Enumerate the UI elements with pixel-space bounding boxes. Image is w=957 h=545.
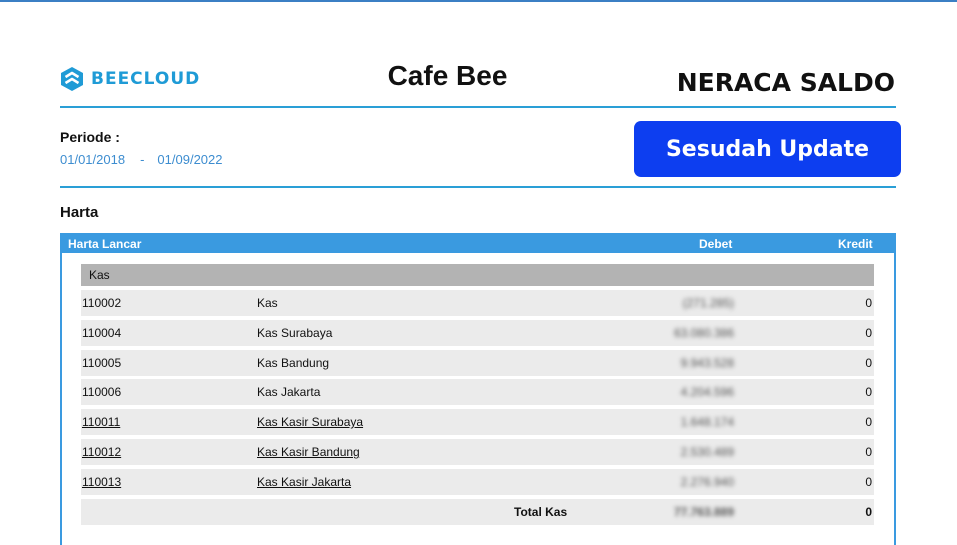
report-title: NERACA SALDO [676, 68, 895, 97]
table-row: 110004 Kas Surabaya 63.080.386 0 [81, 319, 874, 346]
company-name: Cafe Bee [387, 60, 508, 91]
sesudah-update-button[interactable]: Sesudah Update [634, 121, 901, 177]
period-label: Periode : [60, 129, 120, 145]
column-header-debet: Debet [699, 237, 733, 251]
account-code-link[interactable]: 110013 [82, 475, 121, 489]
kredit-value: 0 [865, 474, 872, 489]
debet-value: 2.276.940 [680, 474, 734, 489]
top-border [0, 0, 957, 2]
account-code-link[interactable]: 110012 [82, 445, 121, 459]
period-end: 01/09/2022 [157, 152, 223, 167]
debet-value: 63.080.386 [673, 325, 734, 340]
account-name-link[interactable]: Kas Kasir Bandung [257, 445, 360, 459]
kredit-value: 0 [865, 325, 872, 340]
account-name-link[interactable]: Kas Kasir Jakarta [257, 475, 351, 489]
table-header: Harta Lancar Debet Kredit [62, 235, 894, 253]
account-code: 110005 [82, 355, 122, 370]
table-row: 110012 Kas Kasir Bandung 2.530.489 0 [81, 438, 874, 465]
period-start: 01/01/2018 [60, 152, 126, 167]
period-separator: - [140, 152, 145, 167]
table-row: 110011 Kas Kasir Surabaya 1.648.174 0 [81, 409, 874, 436]
group-header: Kas [81, 264, 874, 286]
account-name: Kas Surabaya [257, 325, 333, 340]
brand-logo: BEECLOUD [60, 66, 200, 92]
account-code: 110002 [82, 296, 122, 310]
account-name: Kas Bandung [257, 355, 330, 370]
total-row: Total Kas 77.763.889 0 [81, 498, 874, 525]
account-name: Kas Jakarta [257, 385, 321, 400]
table-row: 110002 Kas (271.285) 0 [81, 290, 874, 316]
column-header-kredit: Kredit [838, 237, 873, 251]
kredit-value: 0 [865, 444, 872, 459]
account-code-link[interactable]: 110011 [82, 415, 120, 429]
brand-name: BEECLOUD [91, 69, 201, 89]
account-name: Kas [257, 296, 278, 310]
section-title: Harta [60, 204, 99, 221]
table-row: 110013 Kas Kasir Jakarta 2.276.940 0 [81, 468, 874, 495]
total-label: Total Kas [514, 504, 568, 519]
period-range: 01/01/2018-01/09/2022 [60, 152, 223, 167]
hexagon-chevron-icon [60, 66, 84, 92]
debet-value: (271.285) [682, 296, 734, 310]
table-row: 110006 Kas Jakarta 4.204.596 0 [81, 379, 874, 406]
debet-value: 1.648.174 [680, 415, 734, 430]
kredit-value: 0 [865, 296, 872, 310]
balance-table: Harta Lancar Debet Kredit Kas 110002 Kas… [60, 233, 896, 545]
table-row: 110005 Kas Bandung 9.943.528 0 [81, 349, 874, 376]
account-name-link[interactable]: Kas Kasir Surabaya [257, 415, 363, 429]
table-rows: 110002 Kas (271.285) 0 110004 Kas Suraba… [81, 290, 874, 528]
total-kredit-value: 0 [865, 504, 872, 519]
total-debet-value: 77.763.889 [673, 504, 734, 519]
debet-value: 9.943.528 [680, 355, 734, 370]
account-code: 110006 [82, 385, 122, 400]
debet-value: 2.530.489 [680, 444, 734, 459]
header-divider [60, 106, 896, 108]
column-header-name: Harta Lancar [68, 237, 142, 251]
kredit-value: 0 [865, 355, 872, 370]
kredit-value: 0 [865, 385, 872, 400]
period-divider [60, 186, 896, 188]
debet-value: 4.204.596 [680, 385, 734, 400]
group-title: Kas [89, 268, 110, 282]
account-code: 110004 [82, 325, 122, 340]
kredit-value: 0 [865, 415, 872, 430]
